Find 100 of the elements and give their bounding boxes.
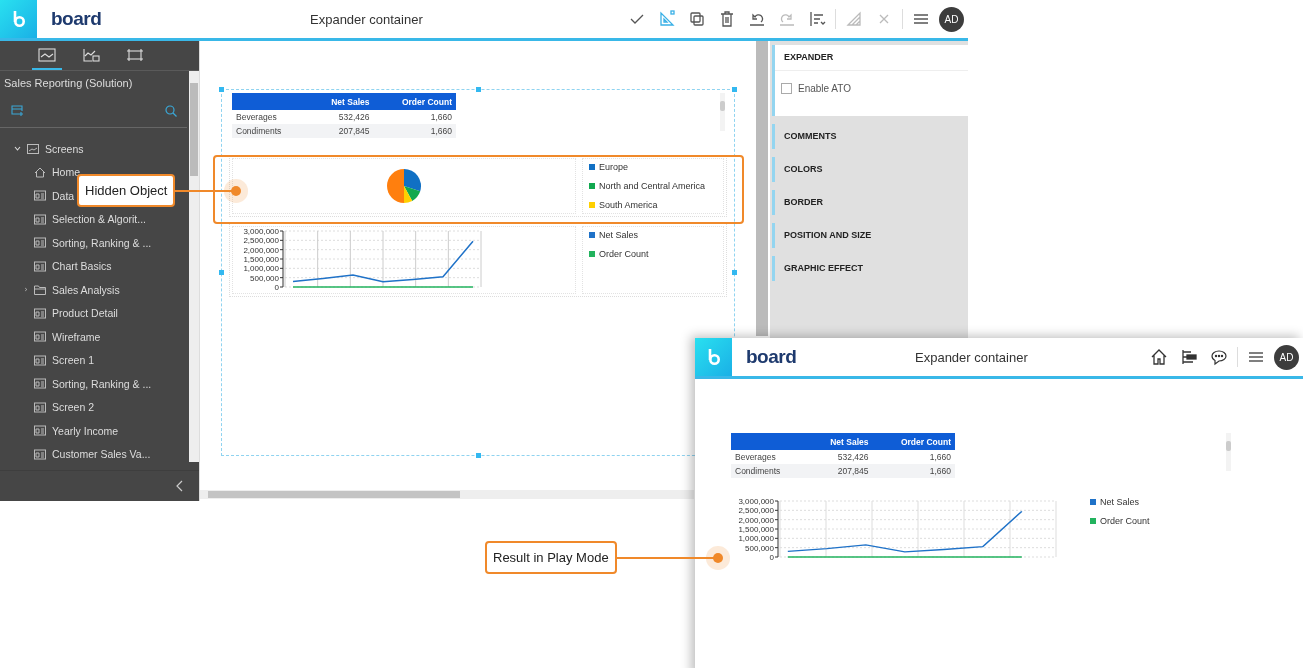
table-cell: 1,660 xyxy=(373,110,456,124)
axis-tick-label: 1,000,000 xyxy=(243,264,279,274)
legend-label: South America xyxy=(599,200,658,210)
tree-item[interactable]: Wireframe xyxy=(52,330,101,343)
scrollbar[interactable] xyxy=(756,41,768,336)
tree-item[interactable]: Selection & Algorit... xyxy=(52,213,146,226)
table-cell: 532,426 xyxy=(307,110,374,124)
section-header[interactable]: EXPANDER xyxy=(775,45,968,71)
section-header[interactable]: BORDER xyxy=(775,190,968,215)
user-avatar[interactable]: AD xyxy=(1274,344,1299,370)
tree-item[interactable]: Home xyxy=(52,166,80,179)
search-icon[interactable] xyxy=(165,105,177,117)
axis-tick-label: 1,500,000 xyxy=(738,525,774,534)
screen-icon xyxy=(34,237,46,249)
table-cell: Condiments xyxy=(232,124,308,138)
table-cell: 1,660 xyxy=(872,464,955,478)
legend-label: Europe xyxy=(599,162,629,172)
axis-tick-label: 500,000 xyxy=(745,543,774,553)
axis-tick-label: 0 xyxy=(769,553,774,562)
home-icon xyxy=(34,166,46,178)
section-header[interactable]: COLORS xyxy=(775,157,968,182)
column-header[interactable]: Net Sales xyxy=(307,93,374,110)
section-header[interactable]: GRAPHIC EFFECT xyxy=(775,256,968,281)
axis-tick-label: 500,000 xyxy=(250,273,279,283)
screen-icon xyxy=(34,378,46,390)
tree-item[interactable]: Sales Analysis xyxy=(52,283,120,296)
section-header[interactable]: POSITION AND SIZE xyxy=(775,223,968,248)
table-cell: 532,426 xyxy=(806,450,873,464)
tree-item[interactable]: Sorting, Ranking & ... xyxy=(52,236,152,249)
screen-icon xyxy=(34,448,46,460)
marker-dot xyxy=(712,552,723,563)
screen-icon xyxy=(34,354,46,366)
table-cell: 1,660 xyxy=(872,450,955,464)
screen-group-icon xyxy=(27,143,39,154)
tree-item[interactable]: Screen 1 xyxy=(52,354,95,367)
window-title: Expander container xyxy=(310,11,423,27)
tree-label: Screens xyxy=(45,142,84,155)
checkbox[interactable] xyxy=(781,83,792,94)
screen-icon xyxy=(34,260,46,272)
axis-tick-label: 0 xyxy=(274,283,279,292)
axis-tick-label: 2,500,000 xyxy=(243,236,279,246)
tree-item[interactable]: Sorting, Ranking & ... xyxy=(52,377,152,390)
selection-handle[interactable] xyxy=(219,270,224,275)
design-icon[interactable] xyxy=(658,10,676,28)
tree-item[interactable]: Chart Basics xyxy=(52,260,112,273)
brand-logo: board xyxy=(51,8,102,30)
screen-icon xyxy=(34,307,46,319)
frame-icon xyxy=(126,47,144,62)
align-icon[interactable] xyxy=(808,10,826,28)
legend-label: Order Count xyxy=(1100,516,1150,526)
selection-handle[interactable] xyxy=(476,453,481,458)
collapse-icon[interactable] xyxy=(175,480,183,492)
axis-tick-label: 2,500,000 xyxy=(738,506,774,516)
caret-icon[interactable] xyxy=(24,286,28,294)
table-cell: 207,845 xyxy=(806,464,873,478)
screen-icon xyxy=(34,190,46,202)
scrollbar[interactable] xyxy=(189,71,199,462)
table-cell: 1,660 xyxy=(373,124,456,138)
legend-label: Order Count xyxy=(599,249,649,259)
scrollbar[interactable] xyxy=(1226,433,1231,471)
legend-label: North and Central America xyxy=(599,181,706,191)
screen-icon xyxy=(34,425,46,437)
axis-tick-label: 1,500,000 xyxy=(243,255,279,264)
selection-handle[interactable] xyxy=(732,270,737,275)
user-avatar[interactable]: AD xyxy=(939,6,964,32)
table-cell: Condiments xyxy=(731,464,807,478)
chart-icon xyxy=(82,47,100,62)
pie-chart-drawing xyxy=(387,169,421,203)
axis-tick-label: 3,000,000 xyxy=(738,497,774,506)
column-header[interactable]: Order Count xyxy=(373,93,456,110)
callout-label: Hidden Object xyxy=(77,174,176,207)
table-cell: 207,845 xyxy=(307,124,374,138)
tree-item[interactable]: Yearly Income xyxy=(52,424,119,437)
add-screen-icon[interactable] xyxy=(11,105,24,117)
table-cell: Beverages xyxy=(232,110,308,124)
duplicate-icon[interactable] xyxy=(688,10,706,28)
caret-icon[interactable] xyxy=(14,145,21,153)
tree-item[interactable]: Data xyxy=(52,189,75,202)
project-title: Sales Reporting (Solution) xyxy=(3,76,134,91)
column-header[interactable]: Net Sales xyxy=(806,433,873,450)
tree-item[interactable]: Product Detail xyxy=(52,307,118,320)
selection-handle[interactable] xyxy=(476,87,481,92)
scrollbar[interactable] xyxy=(720,93,725,131)
tree-item[interactable]: Screen 2 xyxy=(52,401,95,414)
selection-handle[interactable] xyxy=(732,87,737,92)
column-header[interactable]: Order Count xyxy=(872,433,955,450)
selection-handle[interactable] xyxy=(219,87,224,92)
screen-icon xyxy=(34,331,46,343)
section-header[interactable]: COMMENTS xyxy=(775,124,968,149)
axis-tick-label: 3,000,000 xyxy=(243,227,279,236)
folder-icon xyxy=(34,284,46,296)
checkbox-label: Enable ATO xyxy=(798,83,851,94)
delete-icon[interactable] xyxy=(718,10,736,28)
y-axis xyxy=(774,500,779,558)
scrollbar[interactable] xyxy=(200,490,694,499)
window-title: Expander container xyxy=(915,349,1028,365)
y-axis xyxy=(279,230,284,288)
tree-item[interactable]: Customer Sales Va... xyxy=(52,448,151,461)
screen-icon xyxy=(34,401,46,413)
axis-tick-label: 1,000,000 xyxy=(738,534,774,544)
